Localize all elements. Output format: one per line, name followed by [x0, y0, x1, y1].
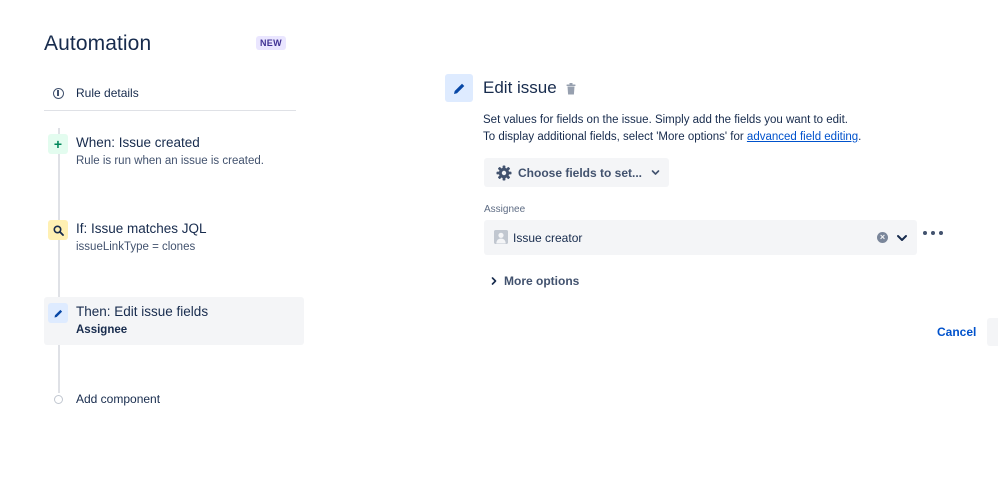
trash-icon[interactable]	[566, 82, 576, 95]
avatar	[494, 230, 508, 244]
search-icon	[48, 220, 68, 240]
editor-title: Edit issue	[483, 78, 557, 97]
step-subtitle: Assignee	[76, 324, 128, 336]
description-text: To display additional fields, select 'Mo…	[483, 131, 747, 143]
assignee-value: Issue creator	[513, 231, 583, 245]
circle-icon	[54, 394, 63, 404]
step-title: Then: Edit issue fields	[76, 304, 209, 319]
description-suffix: .	[858, 131, 862, 143]
description-line-2: To display additional fields, select 'Mo…	[483, 129, 861, 146]
assignee-select[interactable]: Issue creator ×	[484, 220, 917, 255]
plus-icon: +	[48, 134, 68, 154]
step-subtitle: Rule is run when an issue is created.	[76, 155, 264, 167]
step-subtitle: issueLinkType = clones	[76, 241, 196, 253]
pencil-icon	[48, 303, 68, 323]
cancel-button[interactable]: Cancel	[937, 325, 976, 339]
clear-icon[interactable]: ×	[877, 232, 888, 243]
save-button[interactable]	[987, 318, 998, 346]
chevron-down-icon[interactable]	[896, 232, 908, 244]
add-component-button[interactable]: Add component	[44, 388, 160, 410]
assignee-label: Assignee	[484, 204, 526, 215]
divider	[44, 110, 296, 111]
new-badge: NEW	[256, 36, 286, 50]
step-condition[interactable]: If: Issue matches JQL issueLinkType = cl…	[44, 214, 304, 260]
step-title: When: Issue created	[76, 135, 200, 150]
rule-details-item[interactable]: Rule details	[44, 76, 296, 110]
more-options-toggle[interactable]: More options	[490, 272, 579, 290]
page-title: Automation	[44, 32, 152, 55]
step-action[interactable]: Then: Edit issue fields Assignee	[44, 297, 304, 345]
gear-icon	[496, 165, 512, 180]
editor-description: Set values for fields on the issue. Simp…	[483, 112, 861, 146]
more-options-label: More options	[504, 274, 580, 288]
chevron-down-icon	[651, 170, 660, 175]
add-component-label: Add component	[76, 392, 161, 406]
step-title: If: Issue matches JQL	[76, 221, 207, 236]
description-line-1: Set values for fields on the issue. Simp…	[483, 114, 849, 126]
rule-details-label: Rule details	[76, 86, 139, 100]
choose-fields-label: Choose fields to set...	[518, 165, 643, 180]
info-icon	[53, 87, 64, 99]
pencil-icon	[445, 74, 473, 102]
more-actions-icon[interactable]	[923, 226, 943, 240]
choose-fields-button[interactable]: Choose fields to set...	[484, 158, 669, 187]
chevron-right-icon	[491, 277, 497, 285]
step-trigger[interactable]: + When: Issue created Rule is run when a…	[44, 128, 304, 174]
advanced-field-editing-link[interactable]: advanced field editing	[747, 131, 858, 143]
